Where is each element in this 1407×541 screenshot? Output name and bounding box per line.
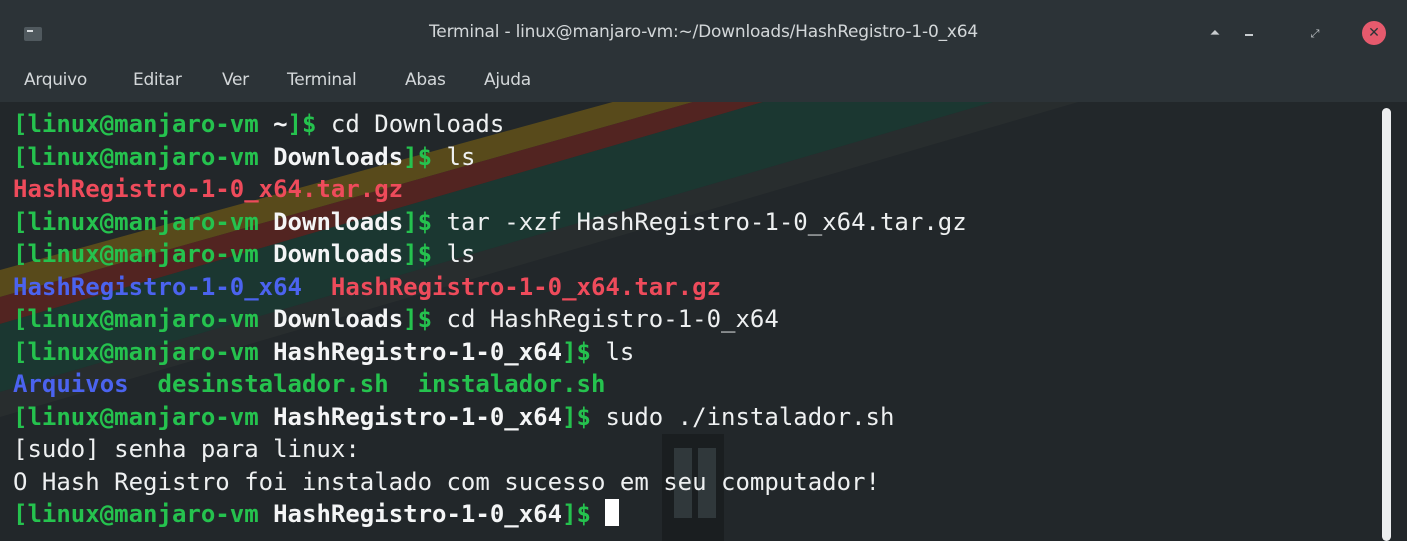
close-button[interactable]: ✕ xyxy=(1362,21,1386,45)
prompt-user-host: [linux@manjaro-vm xyxy=(13,402,274,431)
terminal-line: [linux@manjaro-vm HashRegistro-1-0_x64]$… xyxy=(13,336,967,369)
prompt-symbol: ]$ xyxy=(403,142,447,171)
maximize-button[interactable]: ⤢ xyxy=(1303,22,1327,46)
command-text: ls xyxy=(605,337,635,366)
prompt-directory: Downloads xyxy=(273,142,404,171)
prompt-directory: HashRegistro-1-0_x64 xyxy=(273,500,563,528)
command-text: cd HashRegistro-1-0_x64 xyxy=(446,305,779,333)
menu-bar xyxy=(0,60,1407,102)
terminal-line: [sudo] senha para linux: xyxy=(13,433,967,466)
ls-entry-dir: HashRegistro-1-0_x64 xyxy=(13,272,302,301)
terminal-line: [linux@manjaro-vm Downloads]$ cd HashReg… xyxy=(13,303,967,336)
prompt-user-host: [linux@manjaro-vm xyxy=(13,305,274,333)
terminal-line: HashRegistro-1-0_x64.tar.gz xyxy=(13,173,967,206)
prompt-user-host: [linux@manjaro-vm xyxy=(13,110,274,138)
command-text: ls xyxy=(446,240,476,268)
prompt-user-host: [linux@manjaro-vm xyxy=(13,240,274,268)
prompt-user-host: [linux@manjaro-vm xyxy=(13,337,274,366)
prompt-directory: HashRegistro-1-0_x64 xyxy=(273,402,563,431)
command-text: tar -xzf HashRegistro-1-0_x64.tar.gz xyxy=(446,207,967,236)
menu-abas[interactable]: Abas xyxy=(405,70,446,90)
ls-entry-exec: desinstalador.sh xyxy=(157,370,389,398)
terminal-line: [linux@manjaro-vm ~]$ cd Downloads xyxy=(13,108,967,141)
terminal-line: HashRegistro-1-0_x64 HashRegistro-1-0_x6… xyxy=(13,271,967,304)
ls-entry-archive: HashRegistro-1-0_x64.tar.gz xyxy=(13,175,404,203)
terminal-text: [linux@manjaro-vm ~]$ cd Downloads [linux… xyxy=(13,108,967,531)
terminal-line: [linux@manjaro-vm Downloads]$ ls xyxy=(13,238,967,271)
menu-terminal[interactable]: Terminal xyxy=(287,70,357,90)
command-text: ls xyxy=(446,142,476,171)
prompt-symbol: ]$ xyxy=(562,500,606,528)
menu-ajuda[interactable]: Ajuda xyxy=(484,70,531,90)
text-cursor xyxy=(605,499,620,526)
prompt-directory: ~ xyxy=(273,110,288,138)
output-text: O Hash Registro foi instalado com sucess… xyxy=(13,467,880,496)
terminal-line: O Hash Registro foi instalado com sucess… xyxy=(13,466,967,499)
prompt-symbol: ]$ xyxy=(562,337,606,366)
terminal-line: [linux@manjaro-vm HashRegistro-1-0_x64]$ xyxy=(13,498,967,531)
prompt-symbol: ]$ xyxy=(287,110,331,138)
output-text: [sudo] senha para linux: xyxy=(13,435,360,463)
vertical-scrollbar[interactable] xyxy=(1382,108,1391,541)
terminal-window: Terminal - linux@manjaro-vm:~/Downloads/… xyxy=(0,0,1407,541)
ls-entry-dir: Arquivos xyxy=(13,370,129,398)
prompt-symbol: ]$ xyxy=(403,207,447,236)
shade-button[interactable]: ⏶ xyxy=(1203,22,1227,46)
ls-entry-archive: HashRegistro-1-0_x64.tar.gz xyxy=(330,272,722,301)
prompt-directory: HashRegistro-1-0_x64 xyxy=(273,337,563,366)
prompt-symbol: ]$ xyxy=(403,240,447,268)
ls-entry-exec: instalador.sh xyxy=(417,370,606,398)
prompt-directory: Downloads xyxy=(273,305,404,333)
menu-arquivo[interactable]: Arquivo xyxy=(24,70,87,90)
command-text: sudo ./instalador.sh xyxy=(605,402,895,431)
terminal-line: Arquivos desinstalador.sh instalador.sh xyxy=(13,368,967,401)
prompt-symbol: ]$ xyxy=(403,305,447,333)
window-title: Terminal - linux@manjaro-vm:~/Downloads/… xyxy=(429,22,978,42)
title-bar[interactable]: Terminal - linux@manjaro-vm:~/Downloads/… xyxy=(0,0,1407,60)
terminal-output-area[interactable]: [linux@manjaro-vm ~]$ cd Downloads [linux… xyxy=(0,102,1407,541)
prompt-user-host: [linux@manjaro-vm xyxy=(13,142,274,171)
prompt-user-host: [linux@manjaro-vm xyxy=(13,500,274,528)
terminal-line: [linux@manjaro-vm Downloads]$ ls xyxy=(13,141,967,174)
terminal-line: [linux@manjaro-vm HashRegistro-1-0_x64]$… xyxy=(13,401,967,434)
command-text: cd Downloads xyxy=(330,110,505,138)
prompt-user-host: [linux@manjaro-vm xyxy=(13,207,274,236)
terminal-line: [linux@manjaro-vm Downloads]$ tar -xzf H… xyxy=(13,206,967,239)
menu-editar[interactable]: Editar xyxy=(133,70,182,90)
minimize-button[interactable] xyxy=(1237,22,1261,46)
prompt-symbol: ]$ xyxy=(562,402,606,431)
prompt-directory: Downloads xyxy=(273,240,404,268)
menu-ver[interactable]: Ver xyxy=(222,70,249,90)
prompt-directory: Downloads xyxy=(273,207,404,236)
